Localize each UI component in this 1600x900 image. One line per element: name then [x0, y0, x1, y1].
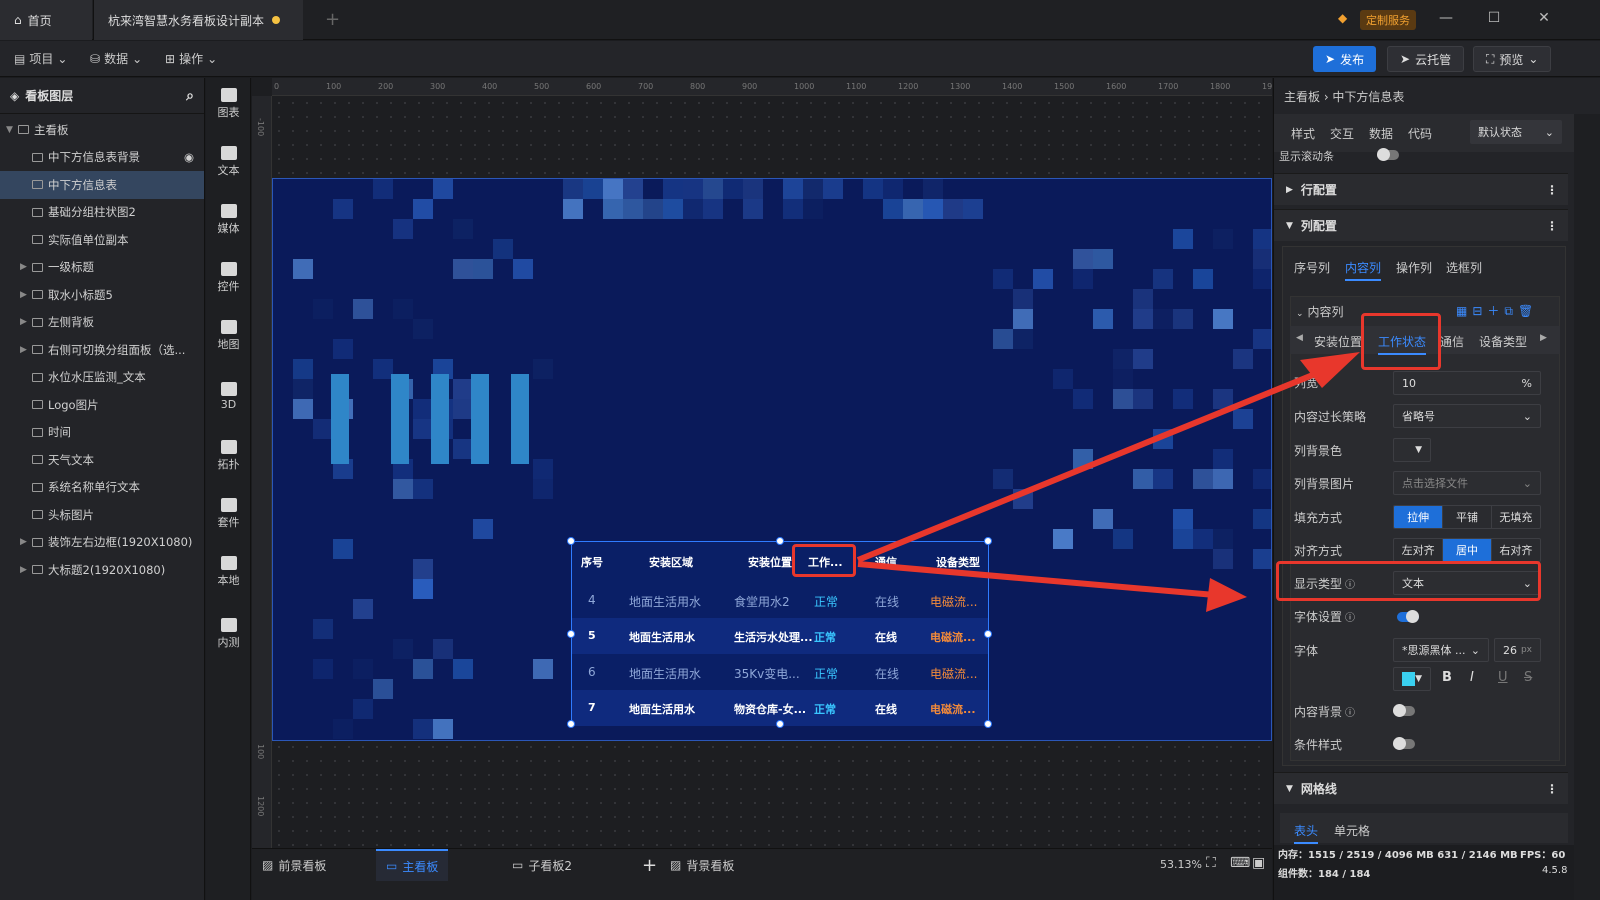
arrow-head — [1206, 578, 1247, 612]
arrow-line — [856, 367, 1327, 563]
annotation-arrows — [856, 352, 1360, 612]
arrow-head — [1300, 352, 1360, 388]
arrow-line — [857, 561, 1216, 598]
